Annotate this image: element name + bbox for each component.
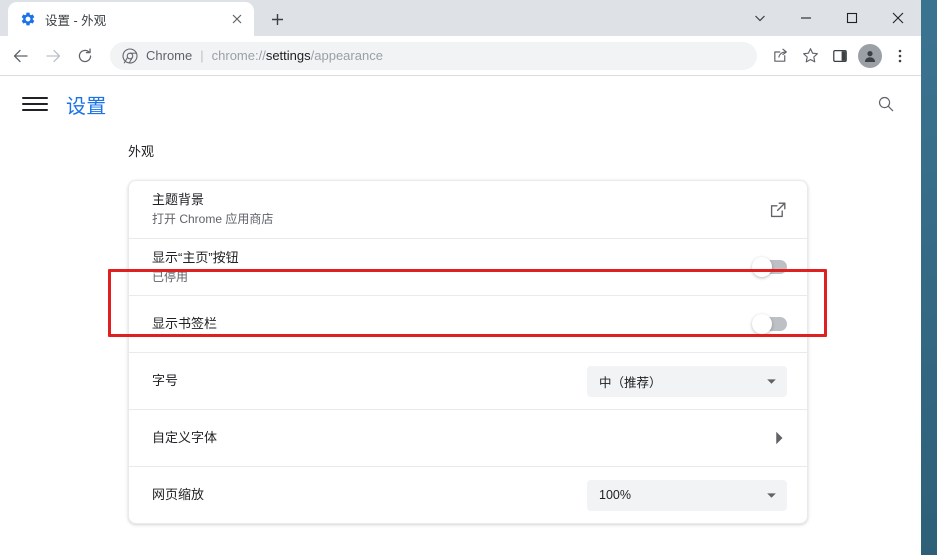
setting-row-theme[interactable]: 主题背景 打开 Chrome 应用商店: [129, 181, 807, 238]
row-action[interactable]: [771, 430, 787, 446]
star-icon: [802, 48, 818, 63]
settings-page: 设置 外观 主题背景 打开 Chrome 应用商店 显示“主页”按钮 已停用 显…: [0, 76, 921, 554]
browser-window: 设置 - 外观 Chrome | chrome://settings/appea…: [0, 0, 921, 555]
setting-row-page-zoom[interactable]: 网页缩放 100%: [129, 466, 807, 523]
row-label: 主题背景: [152, 192, 205, 207]
toggle-knob: [752, 257, 772, 277]
row-text: 字号: [152, 372, 587, 390]
row-label: 显示书签栏: [152, 316, 218, 331]
setting-row-customize-fonts[interactable]: 自定义字体: [129, 409, 807, 466]
row-text: 显示书签栏: [152, 315, 753, 333]
omnibox-chip-label: Chrome: [146, 48, 193, 63]
setting-row-bookmarks-bar[interactable]: 显示书签栏: [129, 295, 807, 352]
back-button[interactable]: [6, 41, 36, 71]
row-action[interactable]: [752, 314, 787, 334]
chevron-right-icon: [776, 431, 783, 445]
settings-content: 外观 主题背景 打开 Chrome 应用商店 显示“主页”按钮 已停用 显示书签…: [0, 132, 921, 524]
row-label: 网页缩放: [152, 487, 205, 502]
appearance-settings-card: 主题背景 打开 Chrome 应用商店 显示“主页”按钮 已停用 显示书签栏 字…: [128, 180, 808, 524]
setting-row-font-size[interactable]: 字号 中（推荐）: [129, 352, 807, 409]
gear-icon: [21, 12, 35, 26]
page-zoom-select[interactable]: 100%: [587, 479, 787, 511]
three-dot-menu-icon: [898, 49, 902, 62]
toolbar-actions: [765, 41, 915, 71]
font-size-select[interactable]: 中（推荐）: [587, 365, 787, 397]
row-label: 字号: [152, 373, 179, 388]
share-icon: [773, 48, 787, 62]
new-tab-button[interactable]: [263, 5, 291, 33]
reload-button[interactable]: [70, 41, 100, 71]
window-controls: [737, 0, 921, 36]
row-text: 自定义字体: [152, 429, 771, 447]
chevron-down-icon: [767, 378, 776, 384]
search-icon: [878, 96, 894, 112]
row-sublabel: 已停用: [152, 269, 189, 284]
toggle-knob: [752, 314, 772, 334]
row-text: 显示“主页”按钮 已停用: [152, 249, 753, 286]
row-action[interactable]: [752, 257, 787, 277]
omnibox-url-prefix: chrome://: [211, 48, 266, 63]
address-bar[interactable]: Chrome | chrome://settings/appearance: [110, 41, 757, 70]
tab-close-icon[interactable]: [228, 10, 246, 28]
chevron-down-icon: [767, 492, 776, 498]
side-panel-button[interactable]: [825, 41, 855, 71]
section-title: 外观: [128, 144, 155, 159]
row-label: 自定义字体: [152, 430, 218, 445]
setting-row-home-button[interactable]: 显示“主页”按钮 已停用: [129, 238, 807, 295]
hamburger-icon[interactable]: [22, 91, 48, 117]
maximize-button[interactable]: [829, 0, 875, 36]
forward-button[interactable]: [38, 41, 68, 71]
share-button[interactable]: [765, 41, 795, 71]
page-title: 设置: [66, 95, 107, 118]
chevron-down-icon: [755, 15, 765, 22]
side-panel-icon: [833, 49, 847, 62]
omnibox-url: chrome://settings/appearance: [212, 48, 383, 63]
omnibox-url-path: /appearance: [310, 48, 383, 63]
close-button[interactable]: [875, 0, 921, 36]
bookmark-button[interactable]: [795, 41, 825, 71]
browser-tab[interactable]: 设置 - 外观: [8, 2, 254, 36]
minimize-button[interactable]: [783, 0, 829, 36]
close-icon: [892, 12, 904, 24]
tab-title: 设置 - 外观: [45, 13, 107, 28]
plus-icon: [271, 13, 283, 25]
font-size-value: 中（推荐）: [599, 375, 662, 390]
omnibox-url-host: settings: [265, 48, 311, 63]
back-arrow-icon: [13, 49, 28, 62]
bookmarks-bar-toggle[interactable]: [752, 314, 787, 334]
row-sublabel: 打开 Chrome 应用商店: [152, 212, 274, 226]
maximize-icon: [846, 12, 858, 24]
minimize-icon: [801, 17, 811, 19]
profile-avatar-icon: [858, 43, 882, 68]
row-text: 主题背景 打开 Chrome 应用商店: [152, 191, 769, 228]
tab-strip: 设置 - 外观: [0, 0, 921, 36]
row-action[interactable]: 中（推荐）: [587, 365, 787, 397]
reload-icon: [78, 47, 92, 62]
omnibox-separator: |: [200, 48, 204, 63]
profile-button[interactable]: [855, 41, 885, 71]
row-text: 网页缩放: [152, 486, 587, 504]
settings-search-button[interactable]: [871, 89, 901, 119]
page-zoom-value: 100%: [599, 488, 631, 502]
browser-toolbar: Chrome | chrome://settings/appearance: [0, 36, 921, 76]
tab-search-button[interactable]: [737, 0, 783, 36]
row-action[interactable]: 100%: [587, 479, 787, 511]
browser-menu-button[interactable]: [885, 41, 915, 71]
chrome-logo-icon: [122, 47, 138, 64]
forward-arrow-icon: [46, 49, 61, 62]
external-link-icon[interactable]: [769, 201, 787, 219]
row-action[interactable]: [769, 201, 787, 219]
settings-header: 设置: [0, 76, 921, 132]
row-label: 显示“主页”按钮: [152, 249, 239, 265]
home-button-toggle[interactable]: [752, 257, 787, 277]
